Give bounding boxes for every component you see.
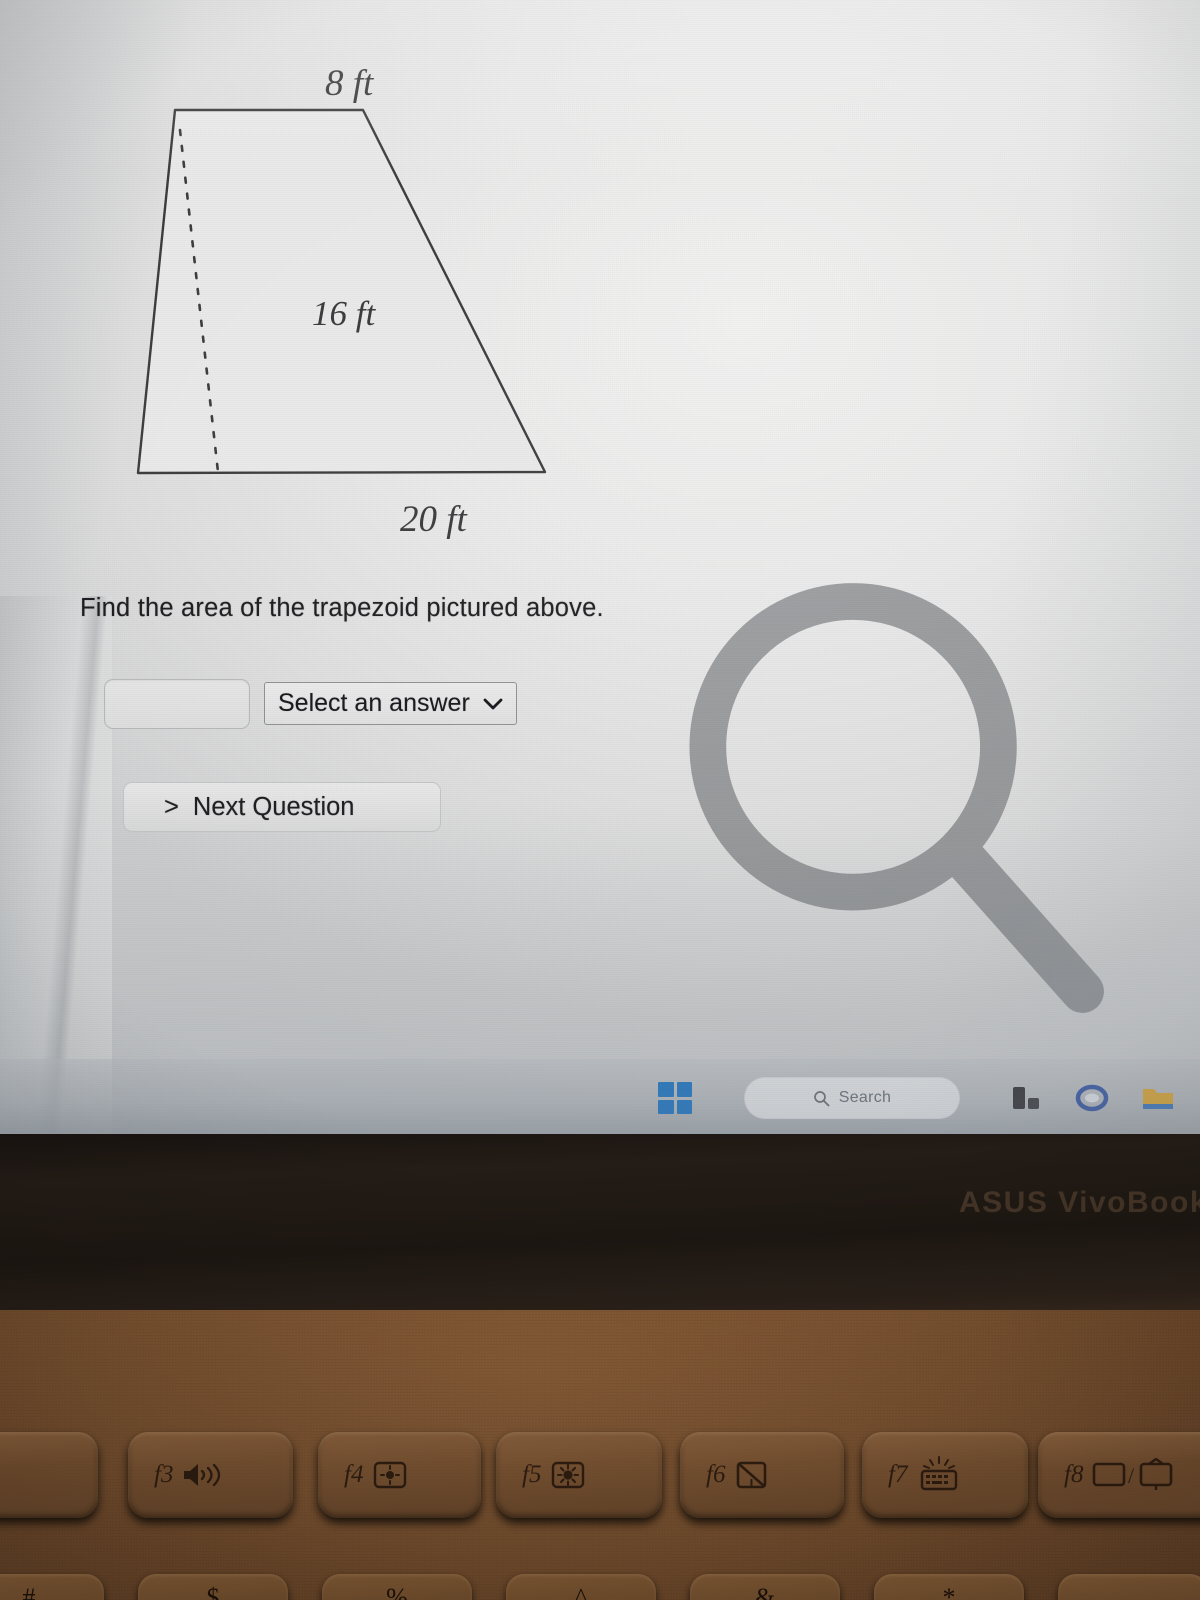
next-question-button[interactable]: > Next Question xyxy=(123,782,441,832)
key-caret[interactable]: ^ xyxy=(506,1574,656,1600)
key-hash[interactable]: # xyxy=(0,1574,104,1600)
answer-select-label: Select an answer xyxy=(278,689,470,717)
key-dollar[interactable]: $ xyxy=(138,1574,288,1600)
display-switch-icon: / xyxy=(1091,1458,1181,1492)
key-ampersand[interactable]: & xyxy=(690,1574,840,1600)
question-text: Find the area of the trapezoid pictured … xyxy=(80,594,604,622)
key-label: f8 xyxy=(1064,1461,1084,1488)
key-label: f7 xyxy=(888,1461,908,1488)
start-tile-2 xyxy=(676,1082,692,1097)
keyboard-backlight-icon xyxy=(915,1455,963,1495)
key-extra[interactable] xyxy=(1058,1574,1200,1600)
windows-logo-icon[interactable] xyxy=(658,1082,692,1114)
next-question-label: Next Question xyxy=(192,792,355,821)
start-tile-1 xyxy=(658,1082,674,1097)
brand-logo: ASUS VivoBook xyxy=(959,1186,1200,1219)
search-icon xyxy=(813,1090,830,1106)
start-tile-4 xyxy=(676,1099,692,1114)
key-asterisk[interactable]: * xyxy=(874,1574,1024,1600)
function-key-row: f3 f4 f5 f6 f7 f8 / xyxy=(0,1432,1200,1524)
brightness-up-icon xyxy=(549,1459,589,1491)
brightness-down-icon xyxy=(371,1459,411,1491)
windows-taskbar: Search xyxy=(0,1059,1200,1137)
answer-input[interactable] xyxy=(104,679,250,729)
laptop-screen: 8 ft 16 ft 20 ft Find the area of the tr… xyxy=(0,0,1200,1137)
key-f5-brightness-up[interactable]: f5 xyxy=(496,1432,662,1518)
key-f4-brightness-down[interactable]: f4 xyxy=(318,1432,481,1518)
height-label: 16 ft xyxy=(312,294,376,333)
key-label: f4 xyxy=(344,1461,364,1488)
bottom-base-label: 20 ft xyxy=(400,499,467,540)
edge-browser-icon[interactable] xyxy=(1070,1078,1114,1118)
start-tile-3 xyxy=(658,1099,674,1114)
key-f3-volume-up[interactable]: f3 xyxy=(128,1432,293,1518)
laptop-bezel: ASUS VivoBook xyxy=(0,1134,1200,1316)
key-f6-touchpad-toggle[interactable]: f6 xyxy=(680,1432,844,1518)
svg-text:/: / xyxy=(1128,1463,1135,1488)
number-key-row: # $ % ^ & * xyxy=(0,1574,1200,1600)
magnifier-icon[interactable] xyxy=(639,528,1159,1088)
keyboard-deck: f3 f4 f5 f6 f7 f8 / # $ % ^ & * xyxy=(0,1310,1200,1600)
touchpad-toggle-icon xyxy=(733,1459,771,1491)
laptop-photo: 8 ft 16 ft 20 ft Find the area of the tr… xyxy=(0,0,1200,1600)
key-f8-display-switch[interactable]: f8 / xyxy=(1038,1432,1200,1518)
taskbar-search-label: Search xyxy=(838,1089,892,1106)
answer-select[interactable]: Select an answer xyxy=(264,682,517,725)
next-chevron-icon: > xyxy=(164,792,179,821)
file-explorer-icon[interactable] xyxy=(1136,1078,1180,1118)
key-volume-down[interactable] xyxy=(0,1432,98,1518)
taskbar-search-box[interactable]: Search xyxy=(744,1077,960,1119)
chevron-down-icon xyxy=(483,698,503,709)
page-content-edge xyxy=(0,596,112,1137)
key-label: f5 xyxy=(522,1461,542,1488)
key-f7-keyboard-backlight[interactable]: f7 xyxy=(862,1432,1028,1518)
widgets-icon[interactable] xyxy=(1004,1078,1048,1118)
key-label: f6 xyxy=(706,1461,726,1488)
volume-down-icon xyxy=(0,1460,14,1490)
answer-row: Select an answer xyxy=(104,679,517,729)
key-percent[interactable]: % xyxy=(322,1574,472,1600)
trapezoid-diagram: 8 ft 16 ft 20 ft xyxy=(100,20,1104,1013)
key-label: f3 xyxy=(154,1461,174,1488)
volume-up-icon xyxy=(181,1460,233,1490)
top-base-label: 8 ft xyxy=(325,63,374,104)
